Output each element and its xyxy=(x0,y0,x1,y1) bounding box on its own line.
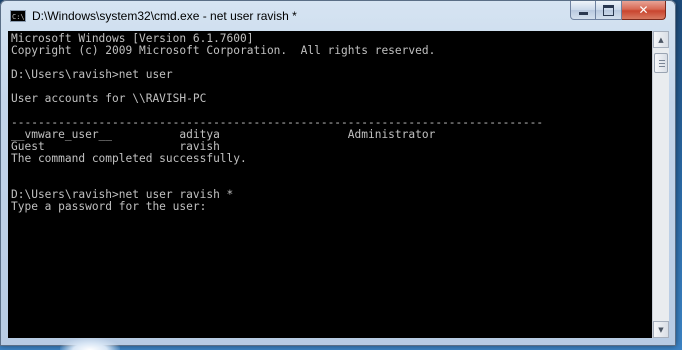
close-button[interactable]: ✕ xyxy=(622,1,666,20)
close-icon: ✕ xyxy=(638,3,649,17)
console-line: User accounts for \\RAVISH-PC xyxy=(11,92,207,105)
grip-line xyxy=(659,63,665,64)
scroll-thumb[interactable] xyxy=(654,53,668,73)
desktop-glow xyxy=(60,338,120,350)
console-line: D:\Users\ravish>net user xyxy=(11,68,173,81)
scroll-down-icon: ▼ xyxy=(658,325,664,334)
desktop: C:\ D:\Windows\system32\cmd.exe - net us… xyxy=(0,0,682,350)
console-line: Copyright (c) 2009 Microsoft Corporation… xyxy=(11,44,436,57)
scroll-up-button[interactable]: ▲ xyxy=(653,31,669,48)
console-text: Microsoft Windows [Version 6.1.7600] Cop… xyxy=(11,33,543,213)
console-output[interactable]: Microsoft Windows [Version 6.1.7600] Cop… xyxy=(8,31,652,338)
scroll-down-button[interactable]: ▼ xyxy=(653,321,669,338)
console-line: Type a password for the user: xyxy=(11,200,207,213)
minimize-button[interactable] xyxy=(570,1,596,20)
grip-line xyxy=(659,60,665,61)
window-controls: ✕ xyxy=(570,1,666,21)
cmd-window: C:\ D:\Windows\system32\cmd.exe - net us… xyxy=(0,0,676,346)
maximize-button[interactable] xyxy=(596,1,622,20)
scroll-up-icon: ▲ xyxy=(658,35,664,44)
cmd-app-icon[interactable]: C:\ xyxy=(10,10,26,22)
window-title: D:\Windows\system32\cmd.exe - net user r… xyxy=(32,9,297,23)
grip-line xyxy=(659,66,665,67)
vertical-scrollbar[interactable]: ▲ ▼ xyxy=(652,31,669,338)
console-line: The command completed successfully. xyxy=(11,152,247,165)
minimize-icon xyxy=(578,11,588,15)
title-bar[interactable]: C:\ D:\Windows\system32\cmd.exe - net us… xyxy=(0,0,676,30)
maximize-icon xyxy=(603,4,614,16)
